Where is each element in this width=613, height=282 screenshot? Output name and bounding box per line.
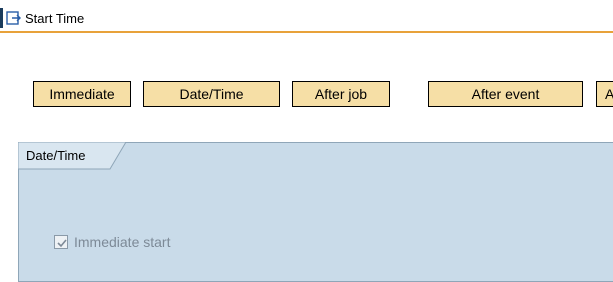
- checkmark-icon: [57, 239, 67, 248]
- after-job-button[interactable]: After job: [292, 81, 390, 107]
- window-title: Start Time: [25, 11, 85, 26]
- cut-off-button[interactable]: A: [596, 81, 613, 107]
- after-event-button[interactable]: After event: [428, 81, 583, 107]
- group-tab-label: Date/Time: [26, 148, 86, 163]
- title-accent-bar: [0, 8, 3, 28]
- title-bar: Start Time: [0, 0, 613, 33]
- date-time-button[interactable]: Date/Time: [143, 81, 280, 107]
- export-arrow-icon: [6, 10, 22, 26]
- title-divider: [0, 31, 613, 33]
- immediate-button[interactable]: Immediate: [33, 81, 131, 107]
- immediate-start-label: Immediate start: [74, 234, 171, 250]
- immediate-start-checkbox[interactable]: [54, 235, 68, 249]
